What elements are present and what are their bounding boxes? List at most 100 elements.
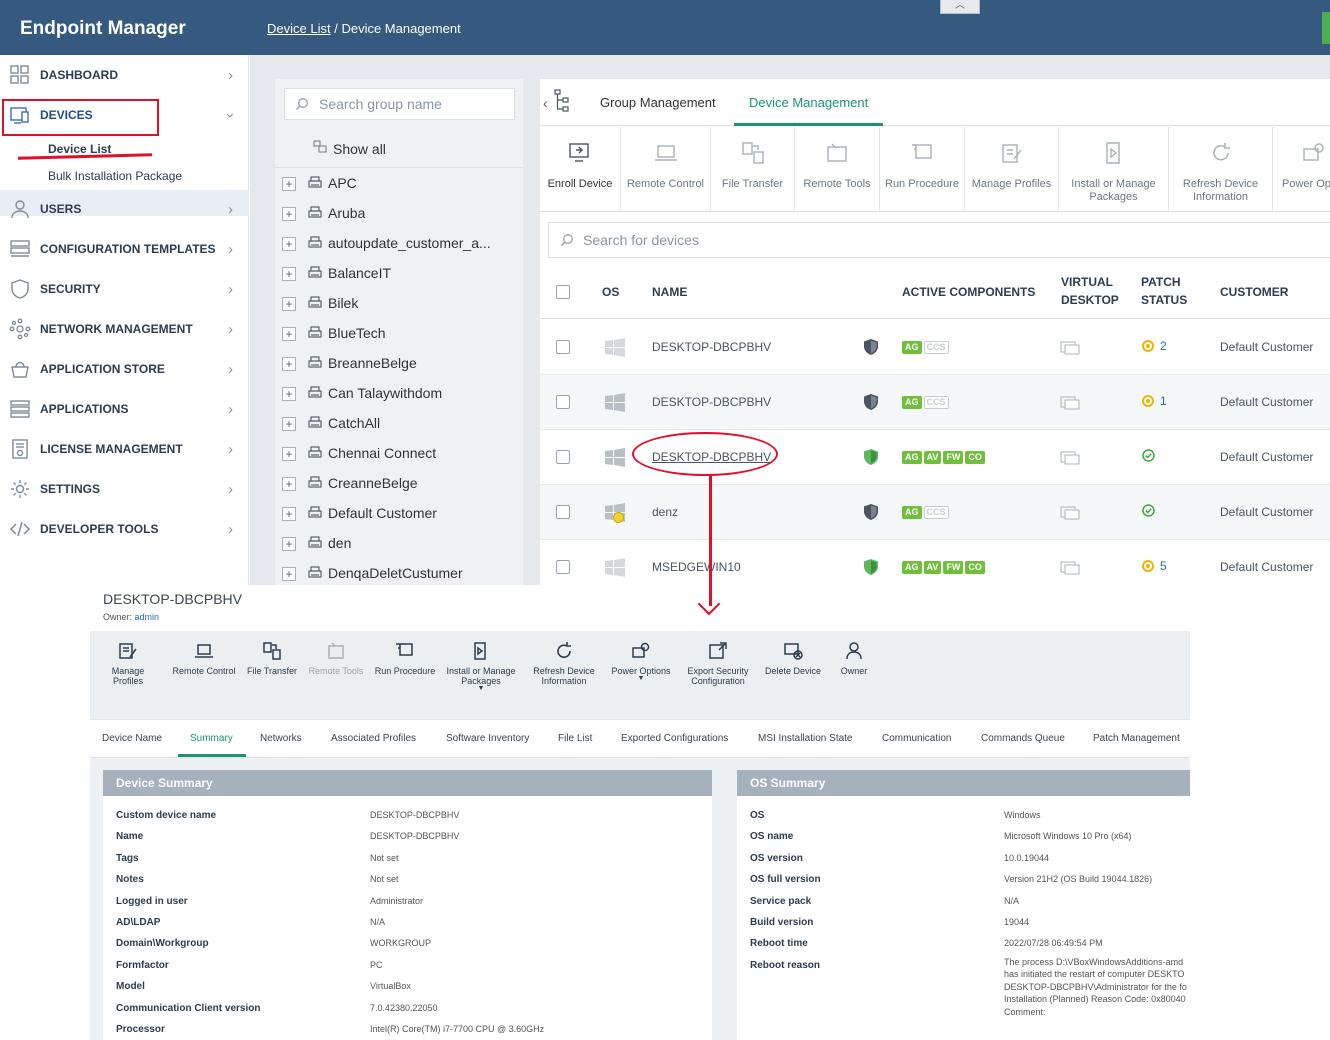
- patch-status[interactable]: 2: [1142, 339, 1167, 353]
- delete-device-button[interactable]: Delete Device: [762, 641, 824, 676]
- file-transfer-button[interactable]: File Transfer: [711, 127, 795, 211]
- run-procedure-button[interactable]: Run Procedure: [374, 641, 436, 676]
- device-name-link[interactable]: DESKTOP-DBCPBHV: [652, 340, 771, 354]
- column-virtual-desktop[interactable]: VIRTUAL DESKTOP: [1061, 273, 1126, 309]
- table-row[interactable]: DESKTOP-DBCPBHV AG CCS 1 Default Customer: [540, 375, 1330, 430]
- table-row[interactable]: DESKTOP-DBCPBHV AG CCS 2 Default Customer: [540, 320, 1330, 375]
- sidebar-item-application-store[interactable]: APPLICATION STORE ›: [0, 349, 249, 389]
- expand-icon[interactable]: +: [282, 417, 296, 431]
- tab-device-name[interactable]: Device Name: [102, 733, 162, 744]
- expand-icon[interactable]: +: [282, 537, 296, 551]
- device-name-link[interactable]: denz: [652, 505, 678, 519]
- expand-icon[interactable]: +: [282, 327, 296, 341]
- row-checkbox[interactable]: [556, 505, 570, 519]
- tab-communication[interactable]: Communication: [882, 733, 951, 744]
- sidebar-item-settings[interactable]: SETTINGS ›: [0, 469, 249, 509]
- remote-control-button[interactable]: Remote Control: [172, 641, 236, 676]
- column-patch-status[interactable]: PATCH STATUS: [1141, 273, 1201, 309]
- install-manage-packages-button[interactable]: Install or Manage Packages: [1059, 127, 1169, 211]
- expand-icon[interactable]: +: [282, 477, 296, 491]
- column-active-components[interactable]: ACTIVE COMPONENTS: [902, 283, 1035, 301]
- chevron-left-icon[interactable]: ‹: [543, 95, 548, 111]
- row-checkbox[interactable]: [556, 395, 570, 409]
- power-options-button[interactable]: Power Op: [1273, 127, 1330, 211]
- sidebar-item-dashboard[interactable]: DASHBOARD ›: [0, 55, 249, 95]
- table-row[interactable]: denz AG CCS Default Customer: [540, 485, 1330, 540]
- row-checkbox[interactable]: [556, 340, 570, 354]
- expand-icon[interactable]: +: [282, 177, 296, 191]
- remote-tools-button[interactable]: Remote Tools: [795, 127, 880, 211]
- sidebar-item-developer-tools[interactable]: DEVELOPER TOOLS ›: [0, 509, 249, 549]
- group-item[interactable]: + Can Talaywithdom: [282, 379, 522, 409]
- expand-icon[interactable]: +: [282, 267, 296, 281]
- tree-view-icon[interactable]: [554, 89, 570, 113]
- sidebar-item-license-management[interactable]: LICENSE MANAGEMENT ›: [0, 429, 249, 469]
- sidebar-item-configuration-templates[interactable]: CONFIGURATION TEMPLATES ›: [0, 229, 249, 269]
- group-item[interactable]: + DenqaDeletCustumer: [282, 559, 522, 585]
- group-item[interactable]: + APC: [282, 169, 522, 199]
- tab-software-inventory[interactable]: Software Inventory: [446, 733, 529, 744]
- owner-link[interactable]: admin: [135, 612, 160, 622]
- row-checkbox[interactable]: [556, 450, 570, 464]
- tab-commands-queue[interactable]: Commands Queue: [981, 733, 1065, 744]
- group-item[interactable]: + Bilek: [282, 289, 522, 319]
- group-item[interactable]: + Default Customer: [282, 499, 522, 529]
- patch-status[interactable]: 5: [1142, 559, 1167, 573]
- sidebar-item-security[interactable]: SECURITY ›: [0, 269, 249, 309]
- device-name-link[interactable]: DESKTOP-DBCPBHV: [652, 395, 771, 409]
- manage-profiles-button[interactable]: Manage Profiles: [96, 641, 160, 686]
- remote-tools-button[interactable]: Remote Tools: [308, 641, 364, 676]
- device-search-input[interactable]: [583, 231, 1083, 249]
- power-options-button[interactable]: Power Options ▼: [608, 641, 674, 682]
- expand-icon[interactable]: +: [282, 567, 296, 581]
- refresh-device-information-button[interactable]: Refresh Device Information: [528, 641, 600, 686]
- group-item[interactable]: + BlueTech: [282, 319, 522, 349]
- column-name[interactable]: NAME: [652, 283, 687, 301]
- group-item[interactable]: + autoupdate_customer_a...: [282, 229, 522, 259]
- sidebar-subitem-bulk-installation-package[interactable]: Bulk Installation Package: [48, 169, 182, 183]
- breadcrumb-device-list-link[interactable]: Device List: [267, 21, 331, 36]
- patch-count[interactable]: 2: [1160, 339, 1167, 353]
- tab-summary[interactable]: Summary: [190, 733, 233, 744]
- group-item[interactable]: + CatchAll: [282, 409, 522, 439]
- tab-msi-installation-state[interactable]: MSI Installation State: [758, 733, 853, 744]
- tab-associated-profiles[interactable]: Associated Profiles: [331, 733, 416, 744]
- run-procedure-button[interactable]: Run Procedure: [880, 127, 965, 211]
- patch-count[interactable]: 1: [1160, 394, 1167, 408]
- tab-networks[interactable]: Networks: [260, 733, 302, 744]
- expand-icon[interactable]: +: [282, 237, 296, 251]
- tab-device-management[interactable]: Device Management: [749, 95, 868, 110]
- column-customer[interactable]: CUSTOMER: [1220, 283, 1288, 301]
- collapse-header-button[interactable]: ︿: [940, 0, 980, 14]
- sidebar-item-network-management[interactable]: NETWORK MANAGEMENT ›: [0, 309, 249, 349]
- patch-status[interactable]: 1: [1142, 394, 1167, 408]
- group-item[interactable]: + BalanceIT: [282, 259, 522, 289]
- manage-profiles-button[interactable]: Manage Profiles: [965, 127, 1059, 211]
- group-item[interactable]: + Chennai Connect: [282, 439, 522, 469]
- row-checkbox[interactable]: [556, 560, 570, 574]
- expand-icon[interactable]: +: [282, 447, 296, 461]
- group-item[interactable]: + den: [282, 529, 522, 559]
- expand-icon[interactable]: +: [282, 387, 296, 401]
- expand-icon[interactable]: +: [282, 357, 296, 371]
- export-security-configuration-button[interactable]: Export Security Configuration: [684, 641, 752, 686]
- group-item[interactable]: + Aruba: [282, 199, 522, 229]
- sidebar-item-users[interactable]: USERS ›: [0, 189, 249, 229]
- expand-icon[interactable]: +: [282, 207, 296, 221]
- install-manage-packages-button[interactable]: Install or Manage Packages ▼: [445, 641, 517, 692]
- patch-count[interactable]: 5: [1160, 559, 1167, 573]
- column-os[interactable]: OS: [602, 283, 619, 301]
- tab-group-management[interactable]: Group Management: [600, 95, 716, 110]
- group-item[interactable]: + CreanneBelge: [282, 469, 522, 499]
- table-row[interactable]: MSEDGEWIN10 AG AV FW CO 5 Default Customer: [540, 540, 1330, 585]
- tab-exported-configurations[interactable]: Exported Configurations: [621, 733, 728, 744]
- enroll-device-button[interactable]: Enroll Device: [540, 127, 621, 211]
- sidebar-item-applications[interactable]: APPLICATIONS ›: [0, 389, 249, 429]
- remote-control-button[interactable]: Remote Control: [621, 127, 711, 211]
- expand-icon[interactable]: +: [282, 297, 296, 311]
- file-transfer-button[interactable]: File Transfer: [246, 641, 298, 676]
- group-item[interactable]: + BreanneBelge: [282, 349, 522, 379]
- device-name-link[interactable]: MSEDGEWIN10: [652, 560, 741, 574]
- tab-file-list[interactable]: File List: [558, 733, 592, 744]
- group-search-input[interactable]: [319, 95, 509, 113]
